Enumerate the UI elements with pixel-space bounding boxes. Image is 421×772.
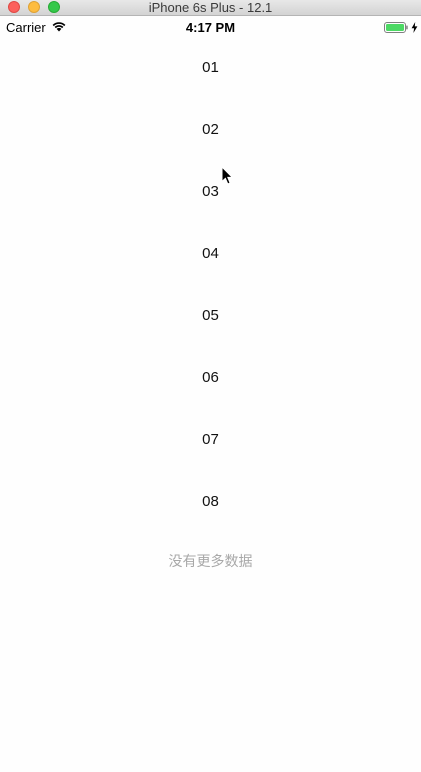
table-row[interactable]: 03 bbox=[0, 162, 421, 224]
battery-icon bbox=[384, 22, 408, 33]
table-row[interactable]: 04 bbox=[0, 224, 421, 286]
table-view[interactable]: 01 02 03 04 05 06 07 08 bbox=[0, 38, 421, 534]
table-row[interactable]: 01 bbox=[0, 38, 421, 100]
table-row[interactable]: 08 bbox=[0, 472, 421, 534]
table-row[interactable]: 06 bbox=[0, 348, 421, 410]
status-bar: Carrier 4:17 PM bbox=[0, 16, 421, 38]
simulator-window: iPhone 6s Plus - 12.1 Carrier 4:17 PM 01… bbox=[0, 0, 421, 772]
no-more-data-footer: 没有更多数据 bbox=[168, 553, 253, 569]
window-title: iPhone 6s Plus - 12.1 bbox=[148, 0, 273, 15]
bolt-icon bbox=[411, 22, 418, 33]
table-row[interactable]: 07 bbox=[0, 410, 421, 472]
table-row[interactable]: 05 bbox=[0, 286, 421, 348]
window-titlebar: iPhone 6s Plus - 12.1 bbox=[0, 0, 421, 16]
status-time: 4:17 PM bbox=[185, 20, 236, 35]
mouse-pointer-icon bbox=[221, 166, 234, 185]
table-row[interactable]: 02 bbox=[0, 100, 421, 162]
